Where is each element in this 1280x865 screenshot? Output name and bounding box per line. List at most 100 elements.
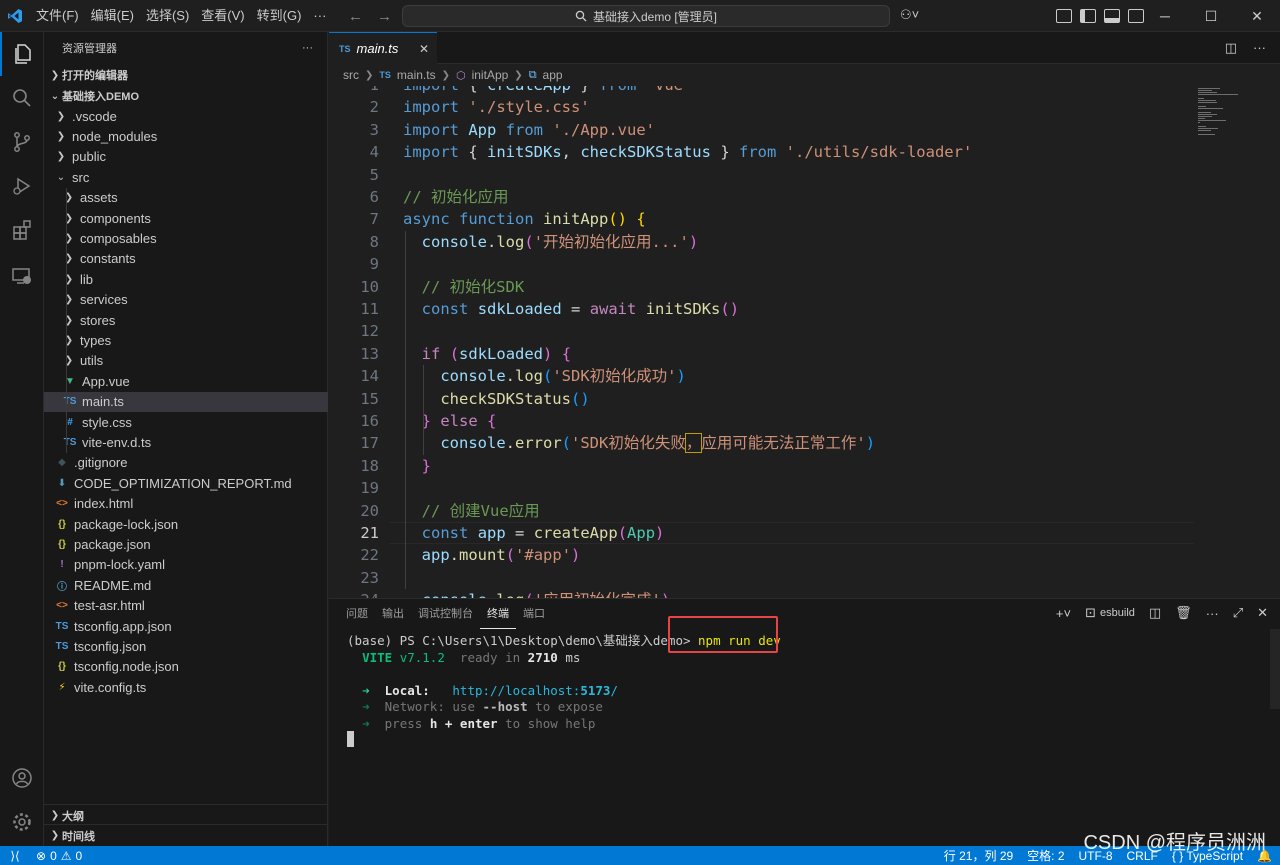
tree-item[interactable]: ❯ node_modules [44,126,328,146]
source-control-icon[interactable] [0,120,44,164]
close-tab-icon[interactable]: ✕ [419,42,429,56]
split-terminal-icon[interactable]: ◫ [1149,605,1161,621]
settings-gear-icon[interactable] [0,800,44,844]
menu-file[interactable]: 文件(F) [30,0,85,32]
code-line[interactable]: 9 [329,253,1199,275]
minimize-icon[interactable]: ─ [1142,0,1188,32]
tree-item[interactable]: ❯ components [44,208,328,228]
code-line[interactable]: 13 if (sdkLoaded) { [329,343,1199,365]
toggle-primary-sidebar-icon[interactable] [1080,9,1096,23]
menu-selection[interactable]: 选择(S) [140,0,195,32]
explorer-icon[interactable] [0,32,44,76]
tree-item[interactable]: ❯ types [44,330,328,350]
maximize-icon[interactable]: ☐ [1188,0,1234,32]
terminal-scrollbar[interactable] [1270,629,1280,709]
tree-item[interactable]: ❯ constants [44,249,328,269]
breadcrumb-file[interactable]: main.ts [397,68,436,82]
breadcrumb-function[interactable]: initApp [472,68,509,82]
code-line[interactable]: 10 // 初始化SDK [329,276,1199,298]
back-arrow-icon[interactable]: ← [348,8,363,25]
tab-output[interactable]: 输出 [375,599,411,629]
extensions-icon[interactable] [0,208,44,252]
code-line[interactable]: 15 checkSDKStatus() [329,388,1199,410]
code-line[interactable]: 8 console.log('开始初始化应用...') [329,231,1199,253]
tree-item[interactable]: ▼ App.vue [44,371,328,391]
local-url[interactable]: http://localhost:5173/ [452,683,618,698]
menu-more[interactable]: ··· [307,0,332,32]
tree-item[interactable]: ! pnpm-lock.yaml [44,555,328,575]
tab-terminal[interactable]: 终端 [480,599,516,629]
code-line[interactable]: 3 import App from './App.vue' [329,119,1199,141]
tree-item[interactable]: TS vite-env.d.ts [44,432,328,452]
tree-item[interactable]: ⌄ src [44,167,328,187]
new-terminal-icon[interactable]: +˅ [1056,606,1071,621]
tree-item[interactable]: TS tsconfig.json [44,636,328,656]
explorer-more-button[interactable]: ··· [302,42,313,54]
tree-item[interactable]: {} package.json [44,534,328,554]
timeline-section[interactable]: ❯ 时间线 [44,824,328,846]
problems-indicator[interactable]: ⊗ 0 ⚠ 0 [30,849,82,863]
code-editor[interactable]: 1 import { createApp } from 'vue' 2 import … [329,86,1280,598]
code-line[interactable]: 18 } [329,455,1199,477]
tree-item[interactable]: ❯ .vscode [44,106,328,126]
code-line[interactable]: 20 // 创建Vue应用 [329,500,1199,522]
tree-item[interactable]: ❯ lib [44,269,328,289]
tab-debug-console[interactable]: 调试控制台 [411,599,480,629]
code-line[interactable]: 24 console.log('应用初始化完成') [329,589,1199,598]
tree-item[interactable]: TS main.ts [44,391,328,412]
tree-item[interactable]: ❯ stores [44,310,328,330]
toggle-panel-icon[interactable] [1104,9,1120,23]
customize-layout-icon[interactable] [1056,9,1072,23]
run-debug-icon[interactable] [0,164,44,208]
tree-item[interactable]: ❯ public [44,147,328,167]
copilot-icon[interactable]: ⚇˅ [900,7,919,23]
maximize-panel-icon[interactable]: ⤢ [1233,605,1243,621]
tree-item[interactable]: ❯ utils [44,351,328,371]
remote-explorer-icon[interactable] [0,254,44,298]
open-editors-section[interactable]: ❯ 打开的编辑器 [44,64,328,86]
tree-item[interactable]: {} tsconfig.node.json [44,657,328,677]
terminal-shell-label[interactable]: esbuild [1100,607,1135,619]
tree-item[interactable]: ⚡ vite.config.ts [44,677,328,697]
trash-icon[interactable]: 🗑 [1175,605,1192,621]
code-line[interactable]: 14 console.log('SDK初始化成功') [329,365,1199,387]
tree-item[interactable]: <> test-asr.html [44,596,328,616]
breadcrumb-variable[interactable]: app [543,68,563,82]
cursor-position[interactable]: 行 21，列 29 [944,847,1013,864]
command-center-search[interactable]: 基础接入demo [管理员] [402,5,890,27]
minimap[interactable] [1194,86,1280,598]
search-view-icon[interactable] [0,76,44,120]
split-editor-icon[interactable]: ◫ [1225,40,1237,56]
menu-goto[interactable]: 转到(G) [251,0,308,32]
project-section[interactable]: ⌄ 基础接入DEMO [44,85,328,107]
code-line[interactable]: 6 // 初始化应用 [329,186,1199,208]
tree-item[interactable]: <> index.html [44,494,328,514]
code-line[interactable]: 2 import './style.css' [329,96,1199,118]
code-line[interactable]: 21 const app = createApp(App) [329,522,1199,544]
tree-item[interactable]: ⓘ README.md [44,575,328,595]
breadcrumb-src[interactable]: src [343,68,359,82]
remote-indicator-icon[interactable]: ⟩⟨ [0,846,30,865]
code-line[interactable]: 7 async function initApp() { [329,208,1199,230]
code-line[interactable]: 16 } else { [329,410,1199,432]
code-line[interactable]: 22 app.mount('#app') [329,544,1199,566]
close-window-icon[interactable]: ✕ [1234,0,1280,32]
code-line[interactable]: 19 [329,477,1199,499]
tree-item[interactable]: ◆ .gitignore [44,453,328,473]
tree-item[interactable]: TS tsconfig.app.json [44,616,328,636]
menu-edit[interactable]: 编辑(E) [85,0,140,32]
tree-item[interactable]: ❯ services [44,290,328,310]
tree-item[interactable]: {} package-lock.json [44,514,328,534]
code-line[interactable]: 4 import { initSDKs, checkSDKStatus } fro… [329,141,1199,163]
code-line[interactable]: 23 [329,567,1199,589]
panel-more-icon[interactable]: ··· [1206,606,1219,621]
code-line[interactable]: 5 [329,164,1199,186]
menu-view[interactable]: 查看(V) [195,0,250,32]
tree-item[interactable]: ❯ assets [44,188,328,208]
tab-main-ts[interactable]: TS main.ts ✕ [329,32,437,64]
tree-item[interactable]: ⬇ CODE_OPTIMIZATION_REPORT.md [44,473,328,493]
tree-item[interactable]: # style.css [44,412,328,432]
close-panel-icon[interactable]: ✕ [1257,605,1268,621]
outline-section[interactable]: ❯ 大纲 [44,804,328,826]
code-line[interactable]: 1 import { createApp } from 'vue' [329,86,1199,96]
